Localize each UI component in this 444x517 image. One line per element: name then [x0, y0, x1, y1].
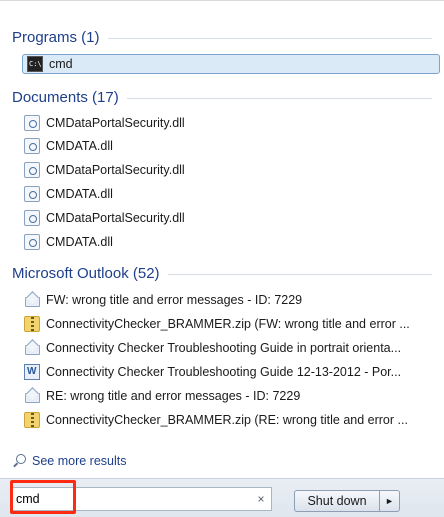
result-item-cmd[interactable]: cmd: [22, 54, 440, 74]
dll-icon: [24, 234, 40, 250]
document-item[interactable]: CMDataPortalSecurity.dll: [24, 160, 434, 180]
outlook-item[interactable]: Connectivity Checker Troubleshooting Gui…: [24, 338, 434, 358]
search-input[interactable]: [11, 491, 251, 507]
document-item[interactable]: CMDataPortalSecurity.dll: [24, 208, 434, 228]
outlook-item-label: FW: wrong title and error messages - ID:…: [46, 293, 303, 307]
zip-icon: [24, 316, 40, 332]
magnifier-icon: [12, 454, 26, 468]
outlook-item[interactable]: FW: wrong title and error messages - ID:…: [24, 290, 434, 310]
outlook-item-label: Connectivity Checker Troubleshooting Gui…: [46, 365, 402, 379]
outlook-item-label: ConnectivityChecker_BRAMMER.zip (FW: wro…: [46, 317, 410, 331]
document-item-label: CMDATA.dll: [46, 235, 113, 249]
programs-section-header[interactable]: Programs (1): [12, 27, 432, 47]
section-divider: [107, 37, 432, 39]
document-item-label: CMDataPortalSecurity.dll: [46, 116, 185, 130]
search-box: ×: [10, 487, 272, 511]
document-item[interactable]: CMDATA.dll: [24, 136, 434, 156]
see-more-results-link[interactable]: See more results: [12, 451, 126, 471]
section-divider: [126, 97, 432, 99]
word-icon: [24, 364, 40, 380]
document-item-label: CMDataPortalSecurity.dll: [46, 211, 185, 225]
mail-icon: [24, 340, 40, 356]
document-item[interactable]: CMDataPortalSecurity.dll: [24, 113, 434, 133]
outlook-item-label: ConnectivityChecker_BRAMMER.zip (RE: wro…: [46, 413, 408, 427]
outlook-item[interactable]: ConnectivityChecker_BRAMMER.zip (FW: wro…: [24, 314, 434, 334]
see-more-label: See more results: [32, 454, 127, 468]
dll-icon: [24, 138, 40, 154]
result-item-label: cmd: [49, 57, 73, 71]
shutdown-button[interactable]: Shut down: [294, 490, 380, 512]
search-results-pane: Programs (1) cmd Documents (17) CMDataPo…: [0, 0, 444, 478]
outlook-section-header[interactable]: Microsoft Outlook (52): [12, 263, 432, 283]
mail-icon: [24, 292, 40, 308]
cmd-icon: [27, 56, 43, 72]
dll-icon: [24, 115, 40, 131]
outlook-header-label: Microsoft Outlook (52): [12, 264, 160, 282]
dll-icon: [24, 162, 40, 178]
programs-header-label: Programs (1): [12, 28, 100, 46]
document-item[interactable]: CMDATA.dll: [24, 232, 434, 252]
outlook-item-label: RE: wrong title and error messages - ID:…: [46, 389, 301, 403]
mail-icon: [24, 388, 40, 404]
documents-header-label: Documents (17): [12, 88, 119, 106]
document-item-label: CMDATA.dll: [46, 187, 113, 201]
outlook-item[interactable]: Connectivity Checker Troubleshooting Gui…: [24, 362, 434, 382]
dll-icon: [24, 210, 40, 226]
document-item-label: CMDataPortalSecurity.dll: [46, 163, 185, 177]
document-item[interactable]: CMDATA.dll: [24, 184, 434, 204]
document-item-label: CMDATA.dll: [46, 139, 113, 153]
outlook-item[interactable]: RE: wrong title and error messages - ID:…: [24, 386, 434, 406]
shutdown-options-arrow-icon[interactable]: ►: [380, 490, 400, 512]
dll-icon: [24, 186, 40, 202]
outlook-item-label: Connectivity Checker Troubleshooting Gui…: [46, 341, 402, 355]
outlook-item[interactable]: ConnectivityChecker_BRAMMER.zip (RE: wro…: [24, 410, 434, 430]
zip-icon: [24, 412, 40, 428]
shutdown-control: Shut down ►: [294, 490, 400, 512]
clear-search-icon[interactable]: ×: [251, 492, 271, 506]
documents-section-header[interactable]: Documents (17): [12, 87, 432, 107]
section-divider: [167, 273, 432, 275]
